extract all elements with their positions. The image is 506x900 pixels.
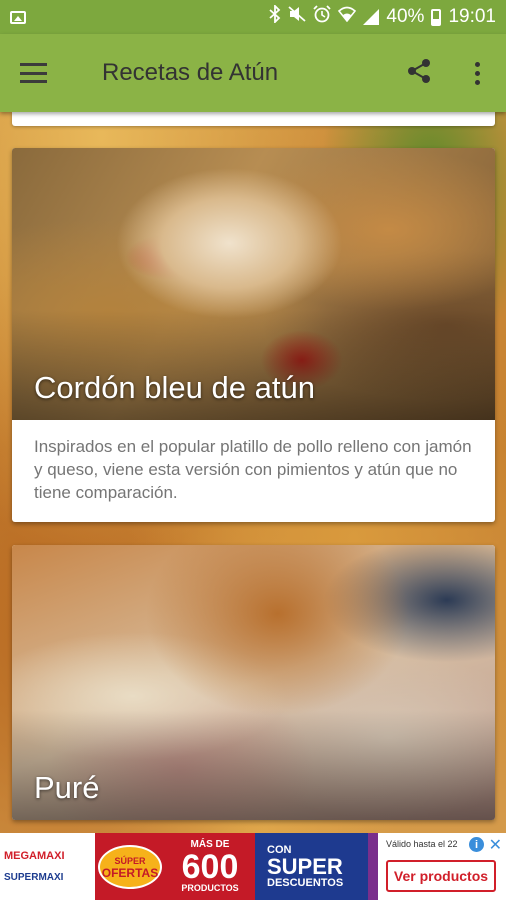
app-title: Recetas de Atún [102, 59, 279, 86]
ver-productos-button[interactable]: Ver productos [386, 860, 496, 892]
ad-discount-panel: CON SUPER DESCUENTOS [255, 833, 368, 900]
badge-main-text: OFERTAS [101, 865, 159, 880]
more-vert-icon [474, 61, 480, 85]
mute-icon [288, 6, 307, 28]
ad-count: 600 [181, 848, 239, 886]
recipe-card[interactable]: Puré [12, 545, 495, 820]
ad-banner[interactable]: MEGAMAXI SUPERMAXI SÚPER OFERTAS MÁS DE … [0, 833, 506, 900]
menu-button[interactable] [0, 34, 66, 112]
image-notification-icon [10, 10, 26, 24]
signal-icon [363, 9, 380, 25]
alarm-icon [313, 5, 332, 29]
ofertas-badge: SÚPER OFERTAS [98, 844, 162, 889]
overflow-menu-button[interactable] [448, 34, 506, 112]
recipe-image: Cordón bleu de atún [12, 148, 495, 420]
ad-cta-panel: Válido hasta el 22 Ver productos i ✕ [368, 833, 506, 900]
share-button[interactable] [390, 34, 448, 112]
ad-count-panel: MÁS DE 600 PRODUCTOS [165, 833, 255, 900]
status-bar: 40% 19:01 [0, 0, 506, 34]
battery-percent: 40% [386, 6, 425, 27]
ad-descuentos: DESCUENTOS [267, 876, 344, 889]
ad-info-icon[interactable]: i [469, 837, 484, 852]
ad-brand-bottom: SUPERMAXI [4, 872, 64, 883]
app-bar: Recetas de Atún [0, 34, 506, 112]
recipe-description: Inspirados en el popular platillo de pol… [34, 437, 472, 502]
wifi-icon [338, 6, 357, 28]
badge-top-text: SÚPER [114, 855, 146, 866]
recipe-title: Cordón bleu de atún [34, 370, 315, 405]
clock: 19:01 [448, 6, 496, 27]
ad-store-logo: MEGAMAXI SUPERMAXI [0, 833, 95, 900]
ad-super: SUPER [267, 853, 343, 879]
previous-card-edge [12, 112, 495, 126]
ad-ofertas-panel: SÚPER OFERTAS [95, 833, 165, 900]
recipe-image: Puré [12, 545, 495, 820]
ad-brand-top: MEGAMAXI [4, 850, 65, 862]
share-icon [407, 58, 431, 89]
ad-close-icon[interactable]: ✕ [489, 835, 502, 855]
recipe-card[interactable]: Cordón bleu de atún Inspirados en el pop… [12, 148, 495, 522]
hamburger-icon [19, 63, 47, 83]
bluetooth-icon [269, 3, 281, 29]
recipe-title: Puré [34, 770, 100, 805]
battery-icon [431, 8, 442, 26]
ad-productos: PRODUCTOS [181, 883, 239, 893]
